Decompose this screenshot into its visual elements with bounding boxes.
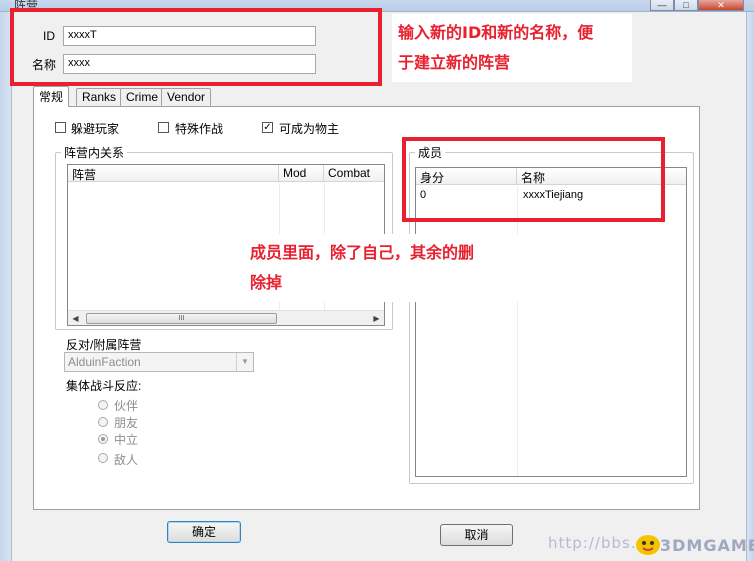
annotation-note-top: 输入新的ID和新的名称，便 于建立新的阵营 [392,14,632,82]
column-mod[interactable]: Mod [279,165,324,182]
annotation-note-top-line2: 于建立新的阵营 [398,53,511,72]
reaction-ally-radio[interactable] [98,400,108,410]
opposing-faction-value: AlduinFaction [68,355,141,369]
annotation-note-middle: 成员里面，除了自己，其余的删 除掉 [244,234,522,302]
reaction-ally-label: 伙伴 [114,399,139,413]
annotation-box-id-name [10,8,382,86]
tab-vendor[interactable]: Vendor [161,88,212,106]
reaction-enemy-label: 敌人 [114,453,139,467]
scroll-thumb[interactable]: III [86,313,277,324]
window-frame-right [746,12,754,561]
annotation-box-members [402,137,665,222]
can-be-owner-label: 可成为物主 [279,122,340,136]
annotation-note-middle-line2: 除掉 [250,273,283,292]
reaction-friend-label: 朋友 [114,416,139,430]
special-combat-label: 特殊作战 [175,122,224,136]
mascot-logo-icon [636,535,660,555]
minimize-button[interactable]: — [650,0,674,11]
annotation-note-middle-line1: 成员里面，除了自己，其余的删 [250,243,475,262]
reaction-neutral-label: 中立 [114,433,139,447]
watermark-brand: 3DMGAME [660,536,754,555]
column-faction[interactable]: 阵营 [68,165,279,182]
close-button[interactable]: ✕ [698,0,744,11]
maximize-button[interactable]: □ [674,0,698,11]
reaction-friend-radio[interactable] [98,417,108,427]
opposing-faction-select[interactable]: AlduinFaction ▼ [64,352,254,372]
column-combat[interactable]: Combat [324,165,384,182]
watermark: http://bbs. 3DMGAME [548,534,754,558]
annotation-note-top-line1: 输入新的ID和新的名称，便 [398,23,594,42]
scroll-right-icon[interactable]: ▶ [369,311,384,325]
check-mark-icon: ✓ [263,122,272,133]
tab-general[interactable]: 常规 [33,86,70,107]
grid-line [517,186,518,476]
ok-button[interactable]: 确定 [167,521,241,543]
opposing-faction-label: 反对/附属阵营 [66,338,142,352]
combat-reaction-label: 集体战斗反应: [66,379,142,393]
avoid-player-label: 躲避玩家 [71,122,120,136]
chevron-down-icon[interactable]: ▼ [236,353,253,371]
relations-horizontal-scrollbar[interactable]: ◀ III ▶ [68,310,384,325]
watermark-url: http://bbs. [548,534,637,552]
tab-ranks[interactable]: Ranks [76,88,123,106]
cancel-button[interactable]: 取消 [440,524,513,546]
relations-group-title: 阵营内关系 [61,144,128,161]
reaction-neutral-radio[interactable] [98,434,108,444]
tab-crime[interactable]: Crime [120,88,164,106]
avoid-player-checkbox[interactable] [55,122,66,133]
window-frame-left [0,12,12,561]
reaction-enemy-radio[interactable] [98,453,108,463]
can-be-owner-checkbox[interactable]: ✓ [262,122,273,133]
relations-list-header: 阵营 Mod Combat [68,165,384,182]
special-combat-checkbox[interactable] [158,122,169,133]
scroll-left-icon[interactable]: ◀ [68,311,83,325]
